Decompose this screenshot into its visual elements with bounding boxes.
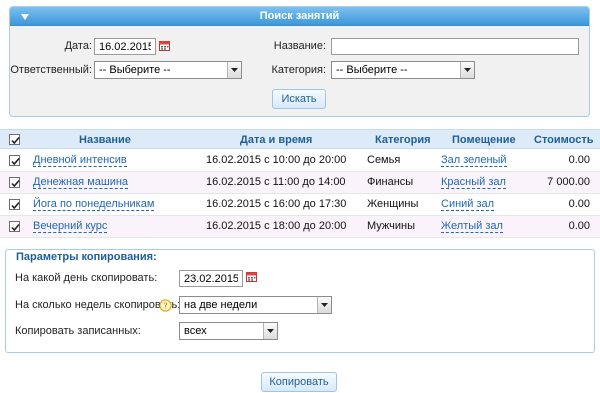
calendar-icon[interactable]	[246, 271, 257, 282]
column-header-category[interactable]: Категория	[375, 130, 431, 150]
copy-params-title: Параметры копирования:	[14, 250, 159, 264]
column-header-room[interactable]: Помещение	[452, 130, 516, 150]
table-row: Йога по понедельникам 16.02.2015 с 16:00…	[0, 194, 600, 216]
copy-weeks-label: На сколько недель скопировать:	[15, 299, 181, 311]
search-panel-header[interactable]: Поиск занятий	[10, 7, 589, 26]
copy-enrolled-select[interactable]: всех	[179, 322, 278, 340]
lesson-category: Мужчины	[367, 220, 416, 232]
lesson-category: Женщины	[367, 198, 419, 210]
table-row: Вечерний курс 16.02.2015 с 18:00 до 20:0…	[0, 216, 600, 238]
copy-enrolled-label: Копировать записанных:	[15, 325, 141, 337]
lesson-link[interactable]: Дневной интенсив	[33, 154, 127, 167]
category-select[interactable]: -- Выберите --	[331, 61, 475, 79]
calendar-icon[interactable]	[159, 40, 170, 51]
column-header-cost[interactable]: Стоимость	[534, 130, 594, 150]
collapse-arrow-icon[interactable]	[21, 14, 29, 20]
copy-button[interactable]: Копировать	[261, 372, 337, 392]
search-panel: Поиск занятий Дата: Название: Ответствен…	[9, 6, 590, 117]
room-link[interactable]: Желтый зал	[441, 220, 503, 233]
name-input[interactable]	[331, 38, 579, 55]
lesson-datetime: 16.02.2015 с 10:00 до 20:00	[206, 154, 347, 166]
lesson-link[interactable]: Йога по понедельникам	[33, 198, 155, 211]
copy-weeks-select[interactable]: на две недели	[179, 296, 332, 314]
lesson-cost: 0.00	[568, 198, 590, 210]
room-link[interactable]: Синий зал	[441, 198, 495, 211]
copy-params-panel: Параметры копирования: На какой день ско…	[5, 249, 595, 353]
copy-day-input[interactable]	[179, 270, 243, 287]
table-row: Денежная машина 16.02.2015 с 11:00 до 14…	[0, 172, 600, 194]
copy-day-label: На какой день скопировать:	[15, 272, 158, 284]
column-header-datetime[interactable]: Дата и время	[240, 130, 312, 150]
search-panel-title: Поиск занятий	[259, 10, 340, 22]
dropdown-arrow-icon[interactable]	[460, 62, 474, 78]
column-header-name[interactable]: Название	[79, 130, 131, 150]
lesson-datetime: 16.02.2015 с 16:00 до 17:30	[206, 198, 347, 210]
lesson-link[interactable]: Денежная машина	[33, 176, 129, 189]
dropdown-arrow-icon[interactable]	[227, 62, 241, 78]
lesson-cost: 7 000.00	[547, 176, 590, 188]
table-row: Дневной интенсив 16.02.2015 с 10:00 до 2…	[0, 150, 600, 172]
responsible-label: Ответственный:	[10, 64, 92, 76]
copy-weeks-selected-value: на две недели	[184, 299, 258, 311]
lesson-datetime: 16.02.2015 с 11:00 до 14:00	[206, 176, 346, 188]
dropdown-arrow-icon[interactable]	[263, 323, 277, 339]
responsible-select[interactable]: -- Выберите --	[94, 61, 242, 79]
room-link[interactable]: Зал зеленый	[441, 154, 507, 167]
date-label: Дата:	[64, 40, 92, 52]
name-label: Название:	[273, 40, 326, 52]
lesson-datetime: 16.02.2015 с 18:00 до 20:00	[206, 220, 347, 232]
lesson-cost: 0.00	[568, 220, 590, 232]
category-selected-value: -- Выберите --	[336, 64, 408, 76]
row-checkbox[interactable]	[9, 155, 20, 166]
search-button[interactable]: Искать	[272, 89, 326, 109]
row-checkbox[interactable]	[9, 221, 20, 232]
lesson-cost: 0.00	[568, 154, 590, 166]
room-link[interactable]: Красный зал	[441, 176, 506, 189]
help-icon[interactable]: ?	[159, 299, 172, 312]
dropdown-arrow-icon[interactable]	[317, 297, 331, 313]
select-all-checkbox[interactable]	[9, 134, 20, 145]
copy-enrolled-selected-value: всех	[184, 325, 207, 337]
row-checkbox[interactable]	[9, 177, 20, 188]
lesson-category: Финансы	[367, 176, 414, 188]
responsible-selected-value: -- Выберите --	[99, 64, 171, 76]
lesson-link[interactable]: Вечерний курс	[33, 220, 108, 233]
row-checkbox[interactable]	[9, 199, 20, 210]
lesson-category: Семья	[367, 154, 401, 166]
category-label: Категория:	[271, 64, 326, 76]
date-input[interactable]	[94, 38, 156, 55]
table-header: Название Дата и время Категория Помещени…	[0, 129, 600, 149]
svg-text:?: ?	[163, 302, 167, 311]
